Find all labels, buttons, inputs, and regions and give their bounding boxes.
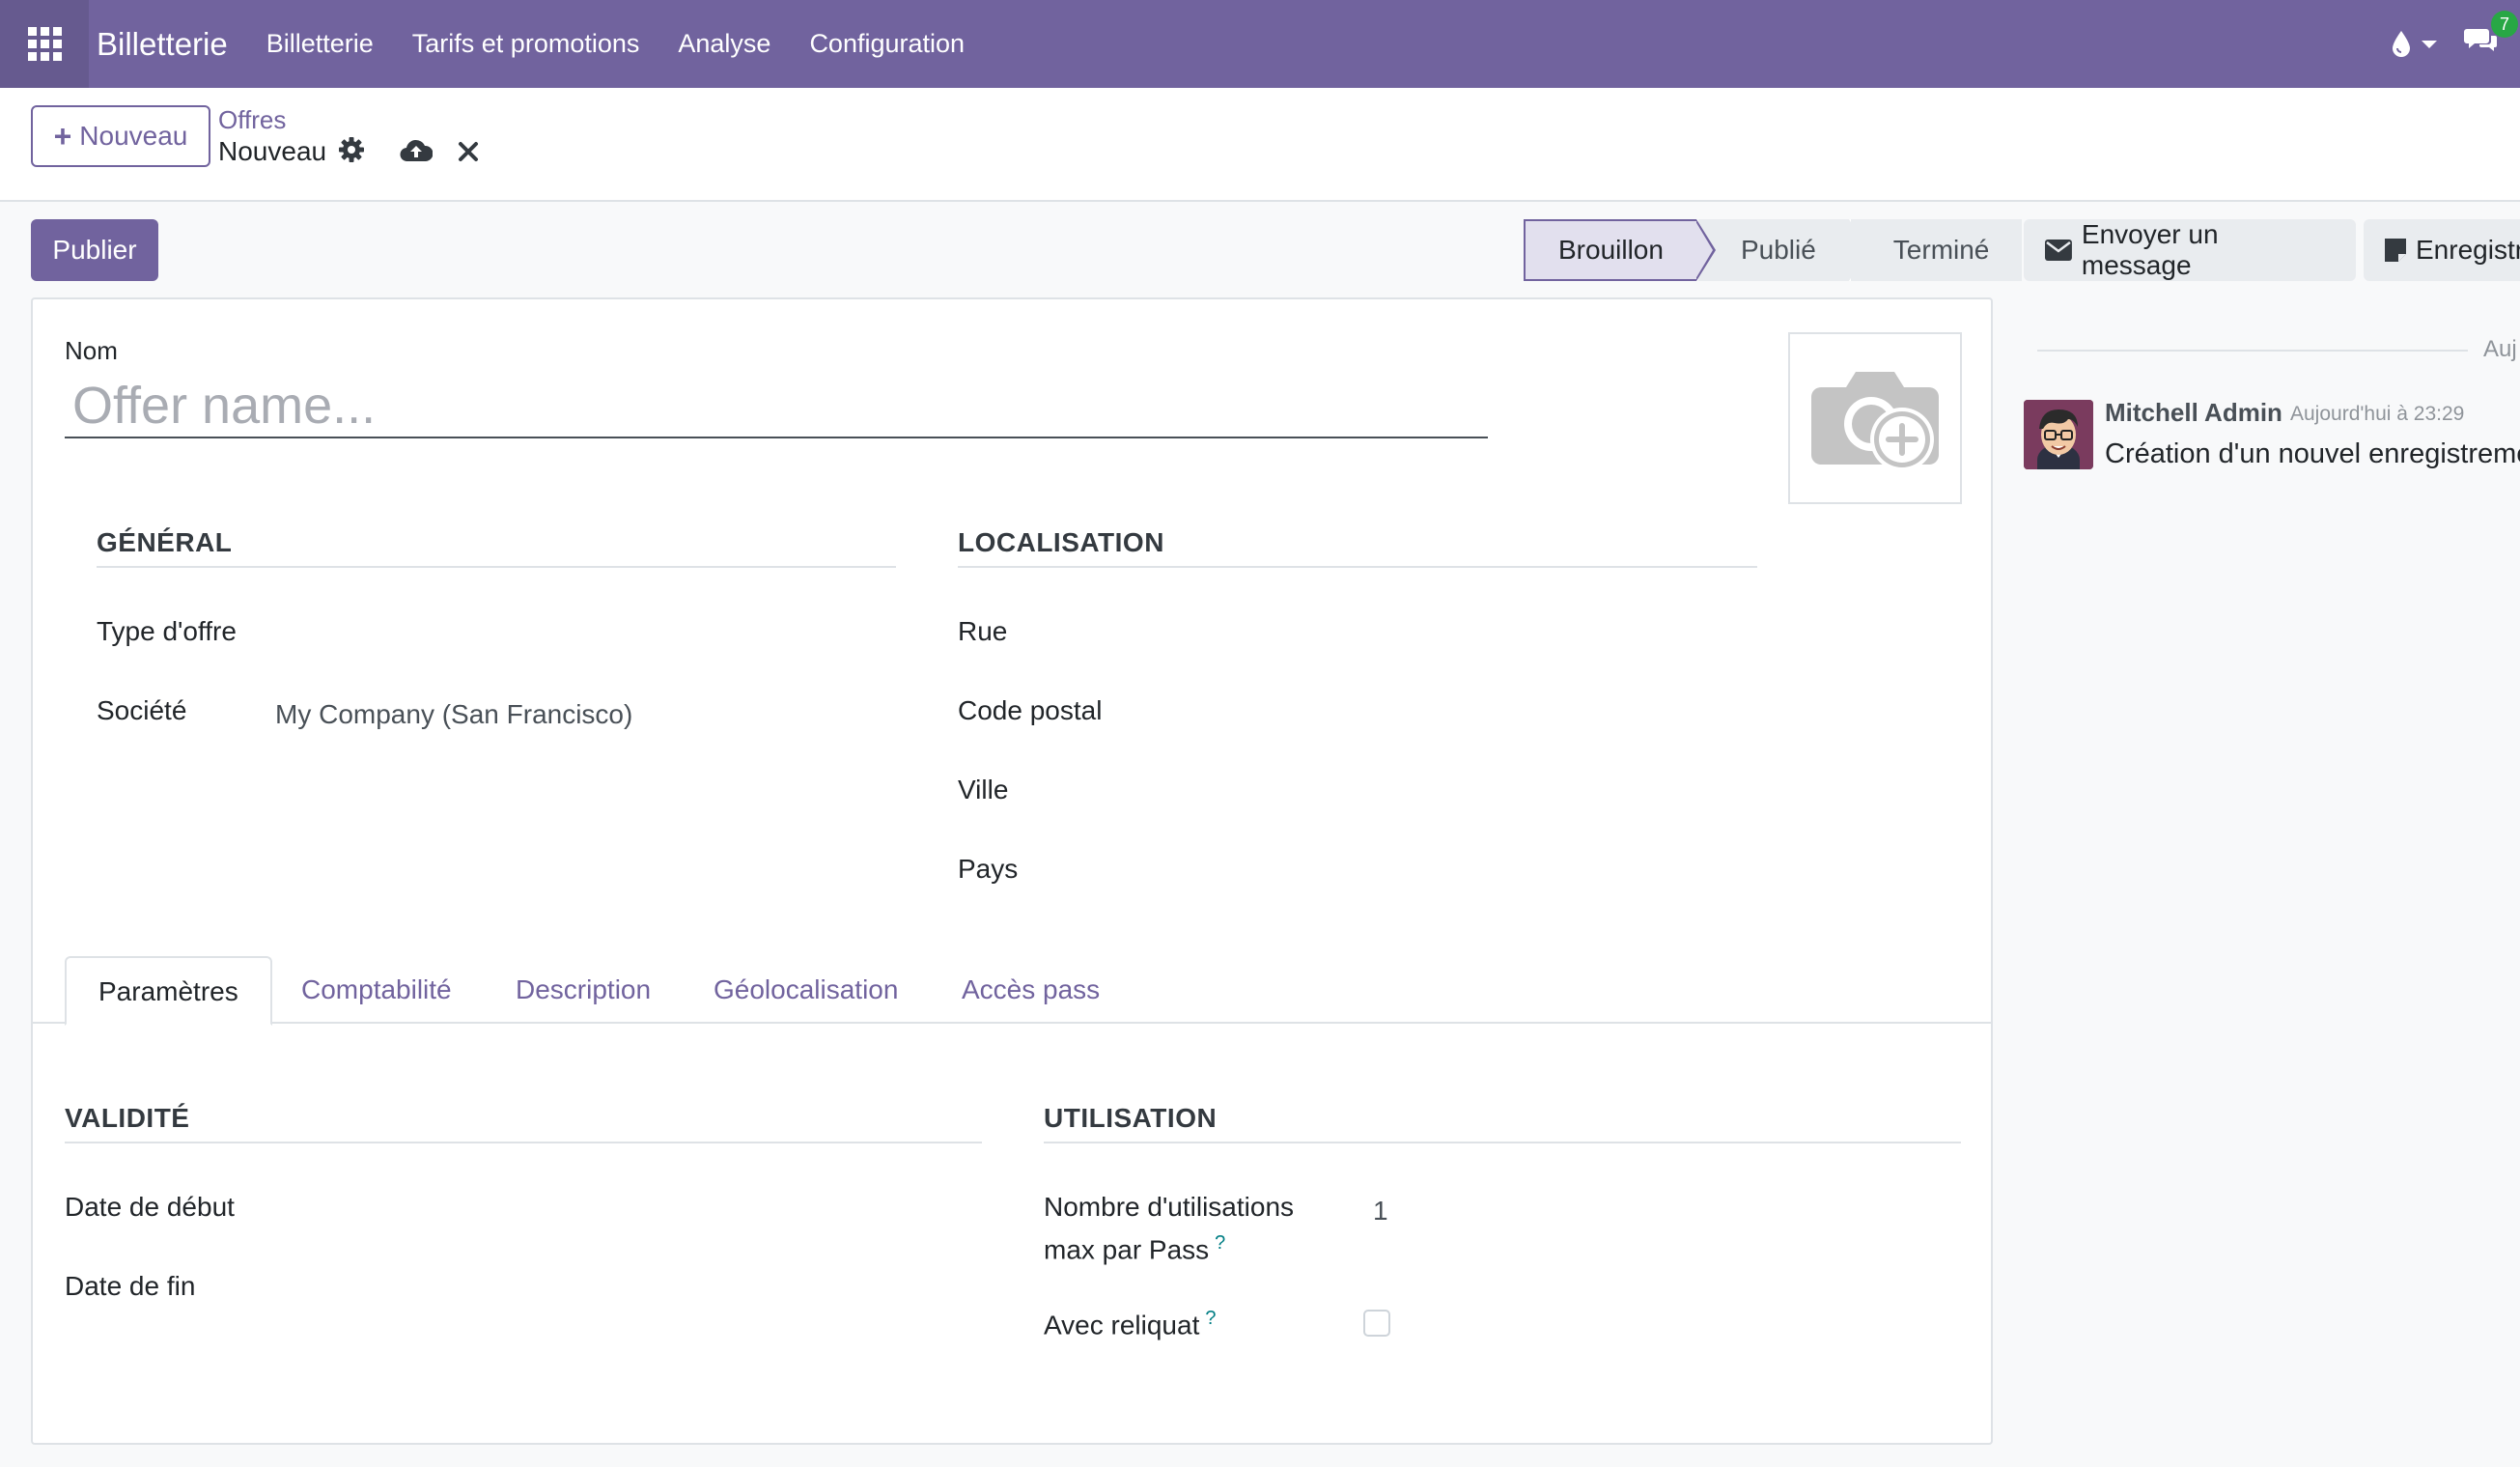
help-icon[interactable]: ? [1205,1308,1216,1329]
chatter-date-label: Auj [2483,336,2517,362]
form-sheet: Nom Offer name... GÉNÉRAL Type d'offre S… [31,297,1993,1445]
drop-icon [2393,30,2410,57]
note-icon [2385,239,2406,262]
menu-item-analysis[interactable]: Analyse [658,0,790,88]
stage-draft-label: Brouillon [1558,235,1664,265]
avatar[interactable] [2024,400,2093,469]
send-message-label: Envoyer un message [2081,219,2219,280]
city-label: Ville [958,775,1009,804]
chevron-down-icon [2422,40,2437,48]
app-brand[interactable]: Billetterie [89,0,247,88]
remainder-label: Avec reliquat [1044,1310,1200,1340]
breadcrumb-parent[interactable]: Offres [218,105,286,135]
new-button-label: Nouveau [79,121,188,151]
message-date: Aujourd'hui à 23:29 [2290,403,2465,425]
cloud-upload-icon[interactable] [400,138,433,163]
max-uses-label-line1: Nombre d'utilisations [1044,1192,1295,1222]
new-button[interactable]: + Nouveau [31,105,210,167]
app-switcher-icon[interactable] [0,0,89,88]
activity-menu[interactable] [2391,30,2437,59]
help-icon[interactable]: ? [1215,1232,1225,1254]
tab-accounting[interactable]: Comptabilité [269,956,484,1026]
stage-published[interactable]: Publié [1695,219,1868,281]
log-note-label: Enregistr [2416,235,2520,265]
tab-pass-access[interactable]: Accès pass [930,956,1132,1026]
status-bar: Brouillon Publié Terminé [1524,219,2023,281]
main-menu: Billetterie Tarifs et promotions Analyse… [247,0,984,88]
zip-label: Code postal [958,695,1103,725]
remainder-checkbox[interactable] [1363,1310,1390,1337]
camera-add-icon [1811,372,1939,471]
stage-finished-label: Terminé [1892,235,1990,265]
menu-item-pricing[interactable]: Tarifs et promotions [393,0,659,88]
tab-parameters[interactable]: Paramètres [65,956,272,1026]
location-section-title: LOCALISATION [958,527,1757,568]
notification-badge: 7 [2491,11,2518,38]
company-field[interactable]: My Company (San Francisco) [275,699,632,730]
messaging-menu[interactable]: 7 [2464,11,2518,62]
message-body: Création d'un nouvel enregistreme [2105,438,2520,469]
tab-description[interactable]: Description [484,956,683,1026]
discard-icon[interactable] [458,141,479,162]
gear-icon[interactable] [338,136,365,163]
top-navbar: Billetterie Billetterie Tarifs et promot… [0,0,2520,88]
menu-item-billetterie[interactable]: Billetterie [247,0,393,88]
log-note-button[interactable]: Enregistr [2364,219,2520,281]
offer-name-input[interactable]: Offer name... [65,377,1488,438]
general-section-title: GÉNÉRAL [97,527,896,568]
publish-button[interactable]: Publier [31,219,158,281]
start-date-label: Date de début [65,1192,235,1222]
stage-finished[interactable]: Terminé [1848,219,2023,281]
country-label: Pays [958,854,1019,884]
stage-published-label: Publié [1740,235,1816,265]
send-message-button[interactable]: Envoyer un message [2024,219,2356,281]
image-upload[interactable] [1788,332,1962,504]
user-avatar-icon [2024,400,2093,469]
validity-section-title: VALIDITÉ [65,1103,982,1143]
end-date-label: Date de fin [65,1271,196,1301]
control-panel: + Nouveau Offres Nouveau [0,88,2520,202]
plus-icon: + [53,118,72,154]
max-uses-field[interactable]: 1 [1373,1196,1388,1227]
tab-geolocation[interactable]: Géolocalisation [682,956,930,1026]
usage-section-title: UTILISATION [1044,1103,1961,1143]
message-author[interactable]: Mitchell Admin [2105,398,2282,428]
street-label: Rue [958,616,1008,646]
max-uses-label-line2: max par Pass [1044,1234,1210,1265]
stage-draft[interactable]: Brouillon [1524,219,1716,281]
breadcrumb-current: Nouveau [218,136,327,166]
envelope-icon [2045,240,2072,261]
name-label: Nom [65,336,118,365]
offer-type-label: Type d'offre [97,616,237,646]
chatter-date-separator [2037,350,2468,352]
company-label: Société [97,695,187,725]
menu-item-configuration[interactable]: Configuration [790,0,984,88]
notebook-tabs: Paramètres Comptabilité Description Géol… [33,948,1991,1026]
